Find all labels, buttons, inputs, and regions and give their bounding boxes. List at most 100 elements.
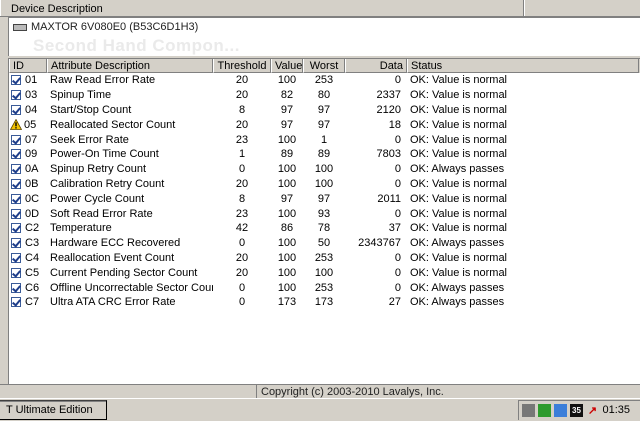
checkbox-checked-icon[interactable] xyxy=(11,134,21,145)
header-spacer xyxy=(524,0,640,16)
table-row[interactable]: 07 Seek Error Rate 23 100 1 0 OK: Value is nor… xyxy=(9,132,639,147)
checkbox-checked-icon[interactable] xyxy=(11,208,21,219)
worst-value: 253 xyxy=(314,251,334,264)
column-header-value[interactable]: Value xyxy=(271,59,303,73)
table-row[interactable]: 09 Power-On Time Count 1 89 89 7803 OK: Value … xyxy=(9,147,639,162)
attribute-id: C2 xyxy=(25,222,40,235)
checkbox-checked-icon[interactable] xyxy=(11,193,21,204)
threshold-value: 0 xyxy=(238,237,246,250)
table-row[interactable]: 0A Spinup Retry Count 0 100 100 0 OK: Always p… xyxy=(9,162,639,177)
worst-value: 80 xyxy=(317,89,331,102)
id-cell: 03 xyxy=(9,89,47,101)
raw-data: 0 xyxy=(394,74,401,87)
checkbox-checked-icon[interactable] xyxy=(11,164,21,175)
device-list[interactable]: MAXTOR 6V080E0 (B53C6D1H3) Second Hand C… xyxy=(8,17,640,56)
worst-value: 173 xyxy=(314,296,334,309)
column-header-data[interactable]: Data xyxy=(345,59,407,73)
raw-data: 0 xyxy=(394,177,401,190)
clock[interactable]: 01:35 xyxy=(602,404,630,416)
attribute-name: Reallocated Sector Count xyxy=(50,118,176,131)
worst-value: 93 xyxy=(317,207,331,220)
device-name[interactable]: MAXTOR 6V080E0 (B53C6D1H3) xyxy=(31,21,198,33)
status-text: OK: Always passes xyxy=(410,296,505,309)
monitor-icon[interactable] xyxy=(554,404,567,417)
checkbox-checked-icon[interactable] xyxy=(11,149,21,160)
checkbox-checked-icon[interactable] xyxy=(11,297,21,308)
id-cell: C4 xyxy=(9,252,47,264)
shield-icon[interactable] xyxy=(538,404,551,417)
attribute-name: Spinup Time xyxy=(50,89,112,102)
table-row[interactable]: C3 Hardware ECC Recovered 0 100 50 2343767 OK:… xyxy=(9,236,639,251)
table-row[interactable]: 0B Calibration Retry Count 20 100 100 0 OK: Va… xyxy=(9,177,639,192)
status-text: OK: Value is normal xyxy=(410,207,508,220)
attribute-id: 0A xyxy=(25,163,39,176)
checkbox-checked-icon[interactable] xyxy=(11,282,21,293)
checkbox-checked-icon[interactable] xyxy=(11,90,21,101)
taskbar: T Ultimate Edition 35 ↗ 01:35 xyxy=(0,398,640,421)
attribute-name: Current Pending Sector Count xyxy=(50,266,198,279)
worst-value: 1 xyxy=(320,133,328,146)
attribute-id: 09 xyxy=(25,148,38,161)
table-header: ID Attribute Description Threshold Value… xyxy=(9,59,640,73)
table-row[interactable]: C4 Reallocation Event Count 20 100 253 0 OK: V… xyxy=(9,251,639,266)
table-row[interactable]: C7 Ultra ATA CRC Error Rate 0 173 173 27 OK: A… xyxy=(9,295,639,310)
hard-drive-icon xyxy=(13,24,27,31)
table-row[interactable]: 0D Soft Read Error Rate 23 100 93 0 OK: Value … xyxy=(9,206,639,221)
status-text: OK: Value is normal xyxy=(410,133,508,146)
threshold-value: 20 xyxy=(235,177,249,190)
network-icon[interactable] xyxy=(522,404,535,417)
raw-data: 37 xyxy=(388,222,401,235)
table-row[interactable]: 0C Power Cycle Count 8 97 97 2011 OK: Value is… xyxy=(9,191,639,206)
attribute-name: Start/Stop Count xyxy=(50,103,132,116)
worst-value: 50 xyxy=(317,237,331,250)
status-text: OK: Value is normal xyxy=(410,192,508,205)
smart-attributes-table[interactable]: ID Attribute Description Threshold Value… xyxy=(8,58,640,384)
checkbox-checked-icon[interactable] xyxy=(11,104,21,115)
attribute-id: 0D xyxy=(25,207,40,220)
attribute-id: C7 xyxy=(25,296,40,309)
current-value: 100 xyxy=(277,266,297,279)
raw-data: 0 xyxy=(394,266,401,279)
worst-value: 253 xyxy=(314,281,334,294)
status-bar: Copyright (c) 2003-2010 Lavalys, Inc. xyxy=(0,384,640,400)
column-header-attribute[interactable]: Attribute Description xyxy=(47,59,213,73)
table-row[interactable]: C2 Temperature 42 86 78 37 OK: Value is normal xyxy=(9,221,639,236)
attribute-name: Spinup Retry Count xyxy=(50,163,146,176)
table-row[interactable]: 03 Spinup Time 20 82 80 2337 OK: Value is norm… xyxy=(9,88,639,103)
column-header-worst[interactable]: Worst xyxy=(303,59,345,73)
table-row[interactable]: 05 Reallocated Sector Count 20 97 97 18 OK: Va… xyxy=(9,117,639,132)
checkbox-checked-icon[interactable] xyxy=(11,223,21,234)
worst-value: 97 xyxy=(317,118,331,131)
id-cell: C5 xyxy=(9,267,47,279)
worst-value: 97 xyxy=(317,103,331,116)
worst-value: 97 xyxy=(317,192,331,205)
table-row[interactable]: 01 Raw Read Error Rate 20 100 253 0 OK: Value … xyxy=(9,73,639,88)
threshold-value: 8 xyxy=(238,192,246,205)
worst-value: 100 xyxy=(314,266,334,279)
checkbox-checked-icon[interactable] xyxy=(11,252,21,263)
device-description-header: Device Description xyxy=(0,0,640,17)
arrow-icon[interactable]: ↗ xyxy=(586,404,599,417)
table-row[interactable]: 04 Start/Stop Count 8 97 97 2120 OK: Value is … xyxy=(9,103,639,118)
checkbox-checked-icon[interactable] xyxy=(11,238,21,249)
current-value: 100 xyxy=(277,74,297,87)
column-header-status[interactable]: Status xyxy=(407,59,639,73)
current-value: 100 xyxy=(277,163,297,176)
column-header-id[interactable]: ID xyxy=(9,59,47,73)
id-cell: 0B xyxy=(9,178,47,190)
table-row[interactable]: C6 Offline Uncorrectable Sector Count 0 100… xyxy=(9,280,639,295)
threshold-value: 20 xyxy=(235,118,249,131)
current-value: 97 xyxy=(280,192,294,205)
taskbar-app-button[interactable]: T Ultimate Edition xyxy=(0,400,107,420)
column-header-threshold[interactable]: Threshold xyxy=(213,59,271,73)
table-row[interactable]: C5 Current Pending Sector Count 20 100 100 0 O… xyxy=(9,265,639,280)
checkbox-checked-icon[interactable] xyxy=(11,267,21,278)
id-cell: C7 xyxy=(9,296,47,308)
temperature-badge-icon[interactable]: 35 xyxy=(570,404,583,417)
raw-data: 18 xyxy=(388,118,401,131)
attribute-id: C4 xyxy=(25,251,40,264)
checkbox-checked-icon[interactable] xyxy=(11,178,21,189)
current-value: 100 xyxy=(277,251,297,264)
attribute-name: Seek Error Rate xyxy=(50,133,129,146)
checkbox-checked-icon[interactable] xyxy=(11,75,21,86)
